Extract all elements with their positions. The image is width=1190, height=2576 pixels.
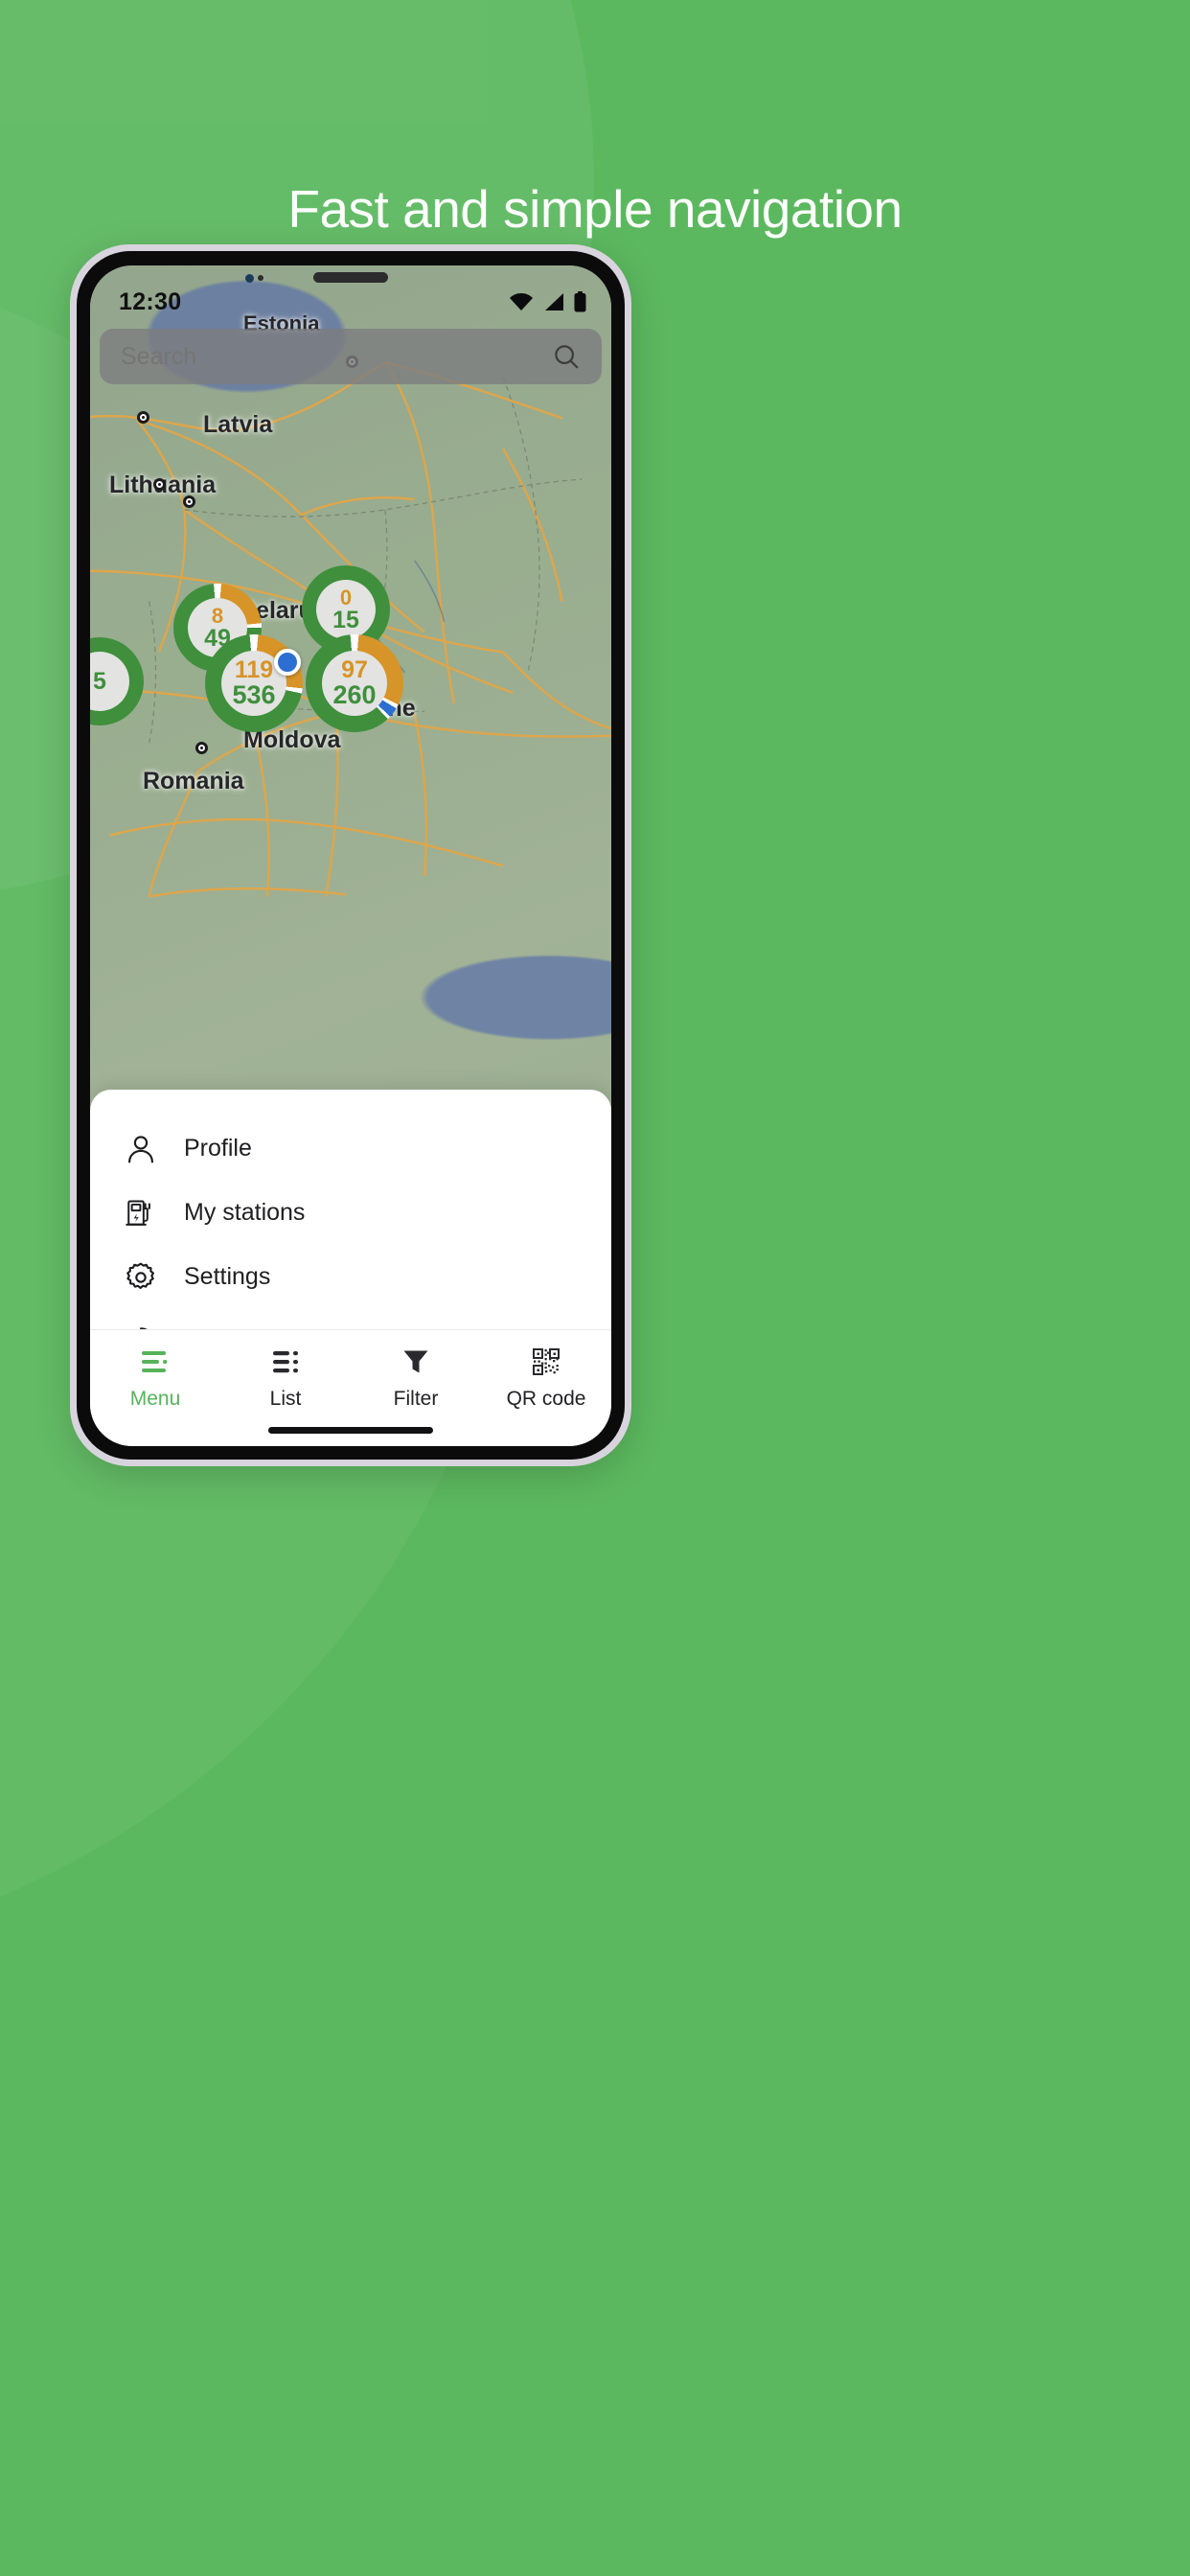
nav-item-label: QR code <box>506 1388 586 1410</box>
status-bar-clock: 12:30 <box>119 288 182 315</box>
menu-lines-icon <box>139 1346 172 1378</box>
menu-item-label: My stations <box>184 1199 306 1226</box>
map-city-dot <box>137 411 149 424</box>
cluster-counts: 119 536 <box>232 658 275 708</box>
map-label-romania: Romania <box>143 768 244 794</box>
person-icon <box>123 1131 159 1167</box>
charging-station-icon <box>123 1195 159 1231</box>
map-city-dot <box>183 495 195 508</box>
nav-item-qr-code[interactable]: QR code <box>481 1346 611 1411</box>
front-sensor-icon <box>258 275 263 281</box>
nav-item-label: Filter <box>393 1388 439 1410</box>
cluster-counts: 0 15 <box>332 585 359 633</box>
phone-earpiece-speaker <box>313 272 388 283</box>
status-bar-icons <box>509 291 586 312</box>
menu-item-label: Settings <box>184 1263 271 1290</box>
nav-item-list[interactable]: List <box>220 1346 351 1411</box>
cluster-total-count: 536 <box>232 680 276 709</box>
cluster-available-count: 8 <box>211 603 224 628</box>
cluster-total-count: 49 <box>204 624 231 652</box>
map-city-dot <box>153 478 166 491</box>
cluster-counts: 97 260 <box>332 658 376 708</box>
cluster-available-count: 0 <box>339 585 353 610</box>
wifi-icon <box>510 293 533 310</box>
cluster-counts: 8 49 <box>204 603 231 652</box>
search-icon[interactable] <box>552 342 581 371</box>
cluster-total-count: 15 <box>332 606 359 633</box>
cluster-total-count: 260 <box>332 680 377 709</box>
cluster-available-count: 119 <box>234 656 274 683</box>
qr-code-icon <box>533 1346 560 1378</box>
phone-bezel: Estonia Latvia Lithuania Belarus Ukraine… <box>77 251 625 1460</box>
cluster-available-count: 97 <box>341 656 368 683</box>
home-indicator[interactable] <box>268 1427 433 1434</box>
front-camera-icon <box>245 274 254 283</box>
nav-item-filter[interactable]: Filter <box>351 1346 481 1411</box>
phone-device-frame: Estonia Latvia Lithuania Belarus Ukraine… <box>70 244 631 1466</box>
map-cluster-marker[interactable]: 97 260 <box>306 634 403 732</box>
promo-headline: Fast and simple navigation <box>287 179 903 239</box>
nav-item-menu[interactable]: Menu <box>90 1346 220 1411</box>
nav-item-label: Menu <box>129 1388 181 1410</box>
menu-item-label: Profile <box>184 1135 252 1162</box>
phone-screen: Estonia Latvia Lithuania Belarus Ukraine… <box>90 265 611 1446</box>
map-city-dot <box>195 742 208 754</box>
cluster-total-count: 5 <box>93 667 106 695</box>
menu-item-my-stations[interactable]: My stations <box>90 1181 611 1245</box>
list-icon <box>269 1346 302 1378</box>
gear-icon <box>123 1259 159 1296</box>
cellular-signal-icon <box>545 293 563 310</box>
map-label-latvia: Latvia <box>203 411 273 438</box>
nav-item-label: List <box>269 1388 302 1410</box>
menu-item-profile[interactable]: Profile <box>90 1116 611 1181</box>
search-bar[interactable] <box>100 329 602 384</box>
filter-funnel-icon <box>401 1346 430 1378</box>
menu-item-settings[interactable]: Settings <box>90 1245 611 1309</box>
battery-icon <box>574 291 586 312</box>
cluster-counts: 5 <box>93 667 106 695</box>
user-location-dot <box>274 649 301 676</box>
search-input[interactable] <box>121 342 552 371</box>
